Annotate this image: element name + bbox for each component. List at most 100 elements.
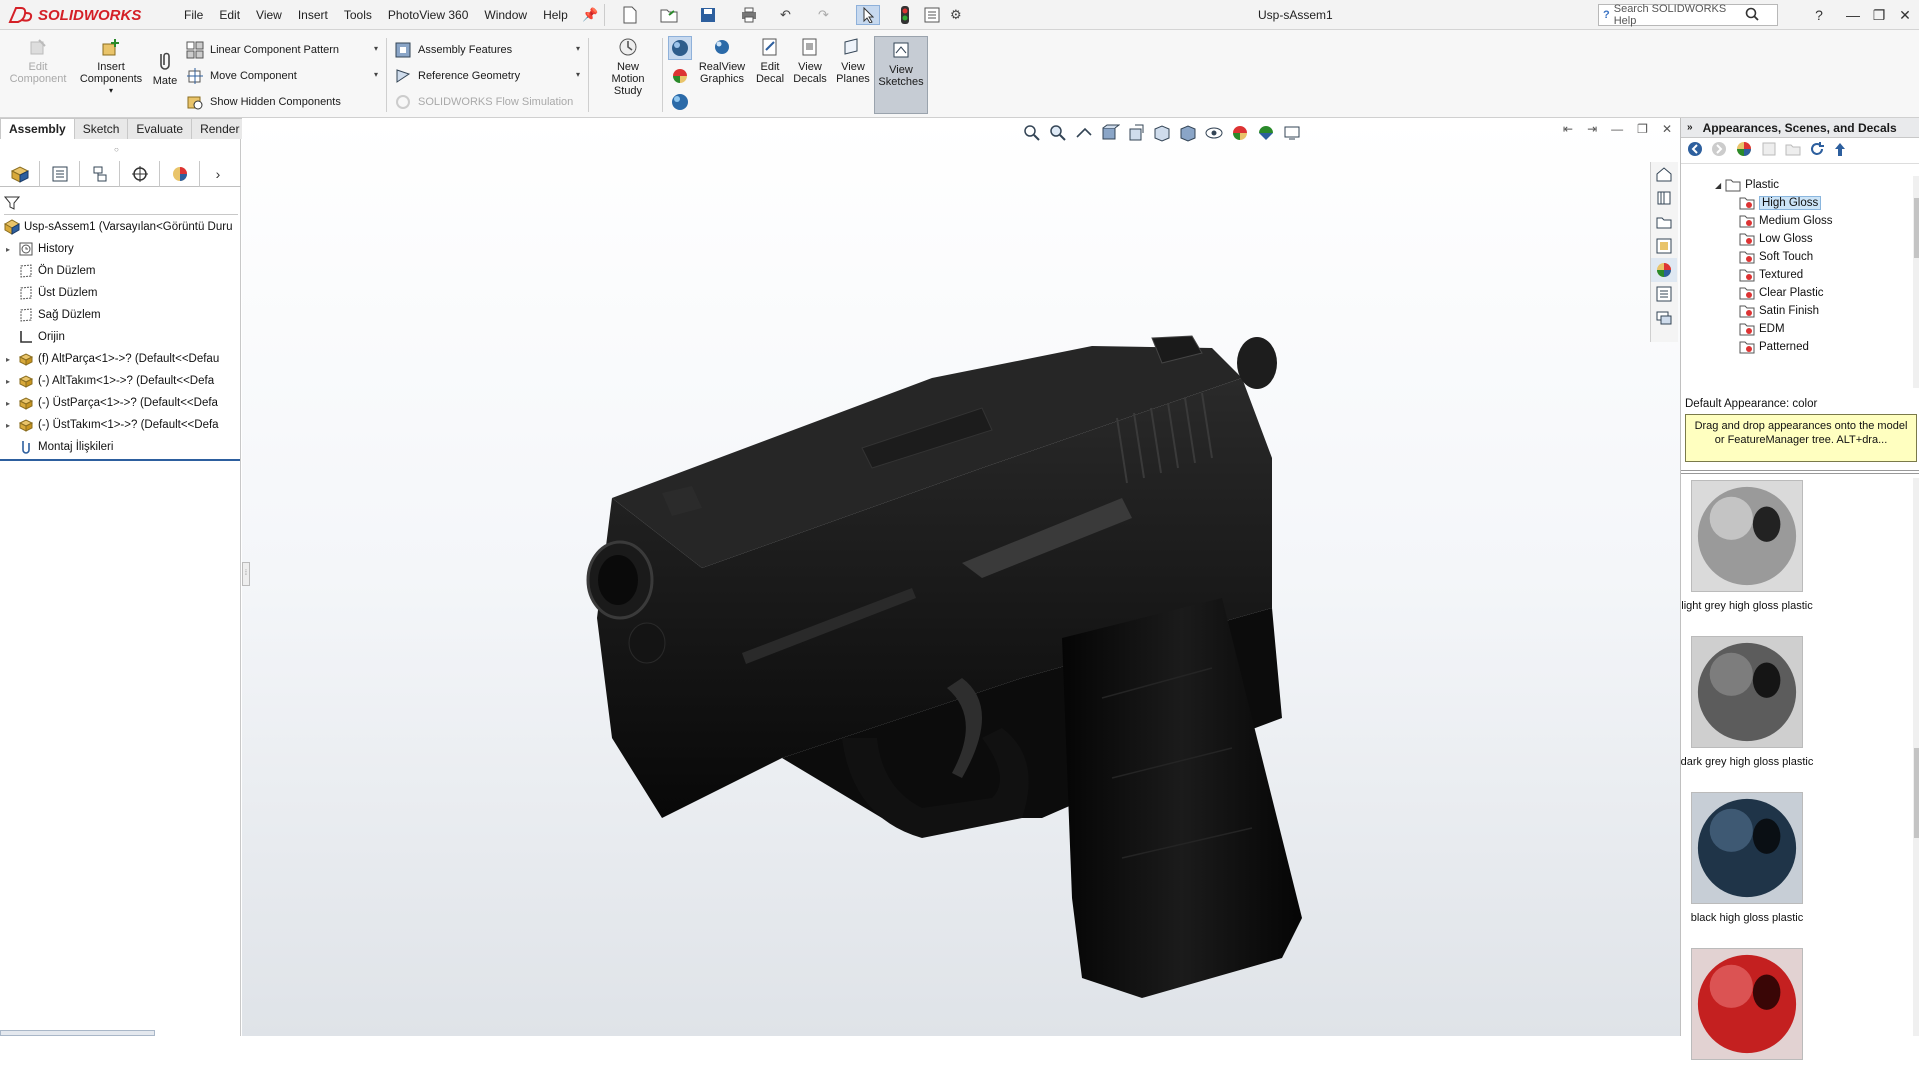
feature-manager-tab[interactable] [0,161,40,187]
filter-funnel-icon[interactable] [3,195,21,211]
refresh-icon[interactable] [1809,141,1825,160]
expand-arrow-icon[interactable]: ▸ [6,355,14,364]
view-decals-button[interactable]: View Decals [790,36,830,85]
dynamic-annotation-icon[interactable] [1126,123,1146,143]
collapse-dot-icon[interactable]: ○ [114,145,119,154]
menu-edit[interactable]: Edit [211,0,248,30]
subfolder-medium-gloss[interactable]: Medium Gloss [1739,212,1833,230]
more-tabs-arrow-icon[interactable]: › [200,161,236,187]
solidworks-logo[interactable]: SOLIDWORKS [8,3,156,27]
collapse-right-icon[interactable]: ⇥ [1587,122,1597,136]
hide-show-items-icon[interactable] [1204,123,1224,143]
swatch-black-high-gloss[interactable]: black high gloss plastic [1687,792,1807,924]
forward-icon[interactable] [1711,141,1727,160]
search-icon[interactable] [1745,7,1759,24]
scroll-thumb[interactable] [1914,198,1919,258]
save-icon[interactable] [700,5,716,25]
up-arrow-icon[interactable] [1833,141,1847,160]
expand-arrow-icon[interactable]: ▸ [6,399,14,408]
property-manager-tab[interactable] [40,161,80,187]
tree-item-history[interactable]: ▸ History [6,239,74,259]
pistol-3d-model[interactable] [422,218,1302,998]
traffic-light-icon[interactable] [900,5,910,25]
shaded-display-button[interactable] [668,36,692,60]
zoom-area-icon[interactable] [1048,123,1068,143]
pane-splitter-handle[interactable]: ⁞ [242,562,250,586]
assembly-features-button[interactable]: Assembly Features [394,39,512,61]
tree-item-usttakim[interactable]: ▸ (-) ÜstTakım<1>->? (Default<<Defa [6,415,219,435]
section-view-icon[interactable] [1100,123,1121,143]
view-planes-button[interactable]: View Planes [832,36,874,85]
subfolder-soft-touch[interactable]: Soft Touch [1739,248,1813,266]
reference-geometry-button[interactable]: Reference Geometry [394,65,520,87]
menu-view[interactable]: View [248,0,290,30]
tree-item-on-duzlem[interactable]: Ön Düzlem [18,261,96,281]
add-folder-icon[interactable] [1785,141,1801,160]
pattern-dropdown-icon[interactable]: ▾ [374,44,378,53]
file-properties-icon[interactable] [924,5,940,25]
file-explorer-tab[interactable] [1651,210,1677,234]
search-box[interactable]: ? Search SOLIDWORKS Help [1598,3,1778,27]
reference-dropdown-icon[interactable]: ▾ [576,70,580,79]
mate-button[interactable]: Mate [150,50,180,87]
tab-sketch[interactable]: Sketch [73,118,129,139]
swatch-dark-grey-high-gloss[interactable]: dark grey high gloss plastic [1681,636,1813,768]
dropdown-arrow-icon[interactable]: ▾ [109,85,113,97]
new-document-icon[interactable] [622,5,638,25]
display-manager-tab[interactable] [160,161,200,187]
tree-item-ust-duzlem[interactable]: Üst Düzlem [18,283,97,303]
back-icon[interactable] [1687,141,1703,160]
subfolder-satin-finish[interactable]: Satin Finish [1739,302,1819,320]
custom-properties-tab[interactable] [1651,282,1677,306]
subfolder-clear-plastic[interactable]: Clear Plastic [1739,284,1824,302]
view-palette-tab[interactable] [1651,234,1677,258]
tree-item-sag-duzlem[interactable]: Sağ Düzlem [18,305,101,325]
pane-splitter[interactable] [1681,470,1919,474]
linear-component-pattern-button[interactable]: Linear Component Pattern [186,39,339,61]
folder-plastic[interactable]: ◢ Plastic [1715,176,1779,194]
appearance-library-icon[interactable] [1735,140,1753,161]
viewport-close-button[interactable]: ✕ [1662,122,1672,136]
swatch-scrollbar[interactable] [1913,478,1919,1036]
collapse-left-icon[interactable]: ⇤ [1563,122,1573,136]
forum-tab[interactable] [1651,306,1677,330]
tree-item-orijin[interactable]: Orijin [18,327,65,347]
tree-item-altparca[interactable]: ▸ (f) AltParça<1>->? (Default<<Defau [6,349,219,369]
minimize-button[interactable]: — [1840,3,1866,27]
subfolder-low-gloss[interactable]: Low Gloss [1739,230,1813,248]
tree-item-montaj-iliskileri[interactable]: Montaj İlişkileri [18,437,113,457]
show-hidden-components-button[interactable]: Show Hidden Components [186,91,341,113]
edit-component-button[interactable]: Edit Component [8,36,68,85]
subfolder-textured[interactable]: Textured [1739,266,1803,284]
scene-button[interactable] [670,92,690,112]
tree-root[interactable]: Usp-sAssem1 (Varsayılan<Görüntü Duru [4,217,232,237]
view-orientation-icon[interactable] [1152,123,1172,143]
undo-icon[interactable]: ↶ [780,5,791,25]
tab-assembly[interactable]: Assembly [0,118,75,139]
realview-graphics-button[interactable]: RealView Graphics [694,36,750,85]
graphics-area[interactable]: ⁞ ⇤ ⇥ — ❐ ✕ [242,118,1680,1036]
add-to-library-icon[interactable] [1761,141,1777,160]
solidworks-resources-tab[interactable] [1651,162,1677,186]
menu-insert[interactable]: Insert [290,0,336,30]
appearances-tab[interactable] [1651,258,1677,282]
collapse-arrow-icon[interactable]: ◢ [1715,181,1721,190]
insert-components-button[interactable]: Insert Components ▾ [78,36,144,97]
move-component-button[interactable]: Move Component [186,65,297,87]
subfolder-high-gloss[interactable]: High Gloss [1739,194,1822,212]
tree-item-ustparca[interactable]: ▸ (-) ÜstParça<1>->? (Default<<Defa [6,393,218,413]
edit-decal-button[interactable]: Edit Decal [752,36,788,85]
scroll-thumb[interactable] [1914,748,1919,838]
menu-help[interactable]: Help [535,0,576,30]
previous-view-icon[interactable] [1074,123,1094,143]
help-menu-icon[interactable]: ? [1806,3,1832,27]
edit-appearance-icon[interactable] [1230,123,1250,143]
swatch-red-high-gloss[interactable] [1687,948,1807,1068]
options-gear-icon[interactable]: ⚙ [950,5,962,25]
menu-window[interactable]: Window [476,0,535,30]
expand-arrow-icon[interactable]: ▸ [6,421,14,430]
new-motion-study-button[interactable]: New Motion Study [600,36,656,97]
view-sketches-button[interactable]: View Sketches [874,36,928,114]
expand-arrow-icon[interactable]: ▸ [6,377,14,386]
close-button[interactable]: ✕ [1892,3,1918,27]
